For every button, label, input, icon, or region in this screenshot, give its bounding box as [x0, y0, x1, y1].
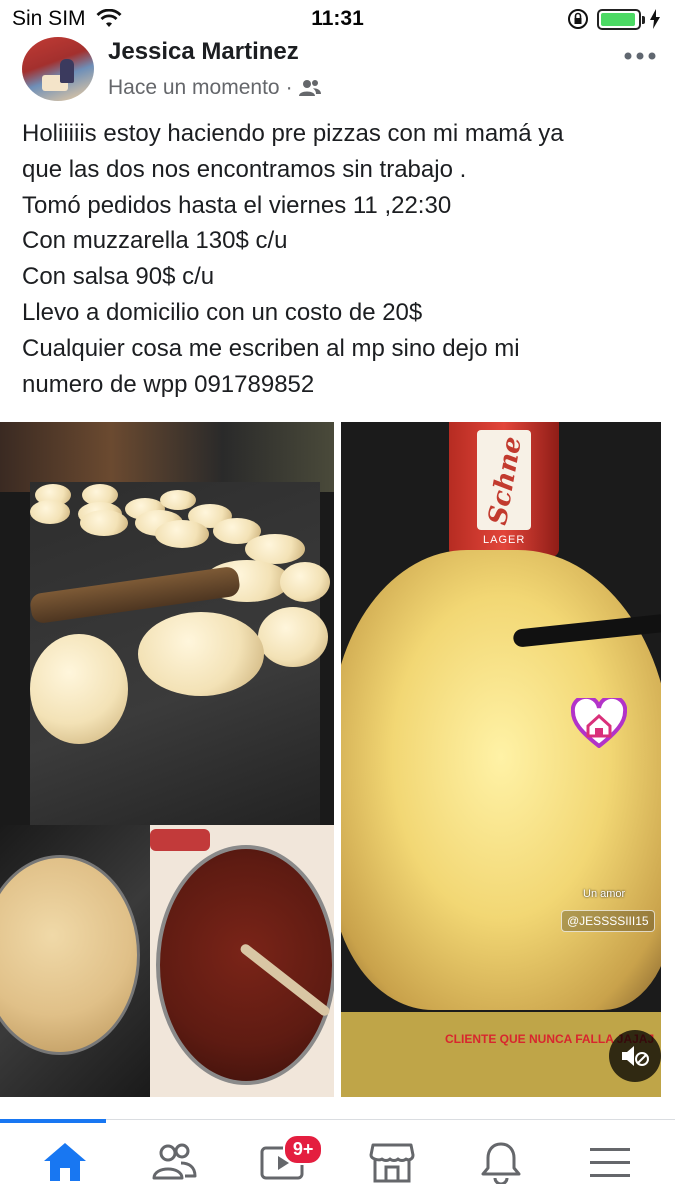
post-line: Con salsa 90$ c/u [22, 263, 215, 291]
heart-home-icon [571, 698, 627, 748]
nav-marketplace[interactable] [352, 1132, 432, 1192]
bottom-nav: 9+ [0, 1124, 675, 1200]
photo-tomato-sauce[interactable] [150, 825, 334, 1097]
photo-dough-oven[interactable] [0, 825, 150, 1097]
sauce-pot [156, 845, 334, 1085]
mute-button[interactable] [609, 1030, 661, 1082]
post-header: Jessica Martinez Hace un momento · [22, 34, 662, 104]
dough-ball [138, 612, 264, 696]
battery-fill [601, 12, 636, 26]
beer-can: Schne LAGER [449, 422, 559, 557]
post-line: numero de wpp 091789852 [22, 370, 315, 398]
post-line: que las dos nos encontramos sin trabajo … [22, 155, 467, 183]
more-options-button[interactable] [624, 36, 656, 67]
author-name[interactable]: Jessica Martinez [108, 38, 321, 66]
nav-notifications[interactable] [461, 1132, 541, 1192]
notifications-icon [481, 1142, 521, 1184]
orientation-lock-icon [568, 9, 588, 29]
post-line: Llevo a domicilio con un costo de 20$ [22, 298, 423, 326]
post-line: Holiiiiis estoy haciendo pre pizzas con … [22, 120, 564, 147]
nav-friends[interactable] [134, 1132, 214, 1192]
home-icon [43, 1143, 86, 1181]
sound-muted-icon [622, 1046, 649, 1066]
post-line: Cualquier cosa me escriben al mp sino de… [22, 334, 520, 362]
photo-dough-balls[interactable] [0, 422, 334, 825]
avatar[interactable] [22, 37, 94, 101]
carrier-label: Sin SIM [12, 7, 86, 30]
notification-badge: 9+ [282, 1134, 324, 1165]
post-timestamp[interactable]: Hace un momento [108, 76, 280, 100]
dough-ball [280, 562, 330, 602]
post-meta: Hace un momento · [108, 76, 321, 100]
sticker-text: Un amor [583, 888, 626, 900]
friends-icon [152, 1143, 197, 1180]
friends-icon [298, 80, 321, 96]
dough-ball [30, 500, 70, 524]
username-tag[interactable]: @JESSSSIII15 [561, 910, 655, 932]
menu-icon [590, 1148, 631, 1177]
nav-home[interactable] [25, 1132, 105, 1192]
post-line: Tomó pedidos hasta el viernes 11 ,22:30 [22, 191, 452, 219]
meta-separator: · [285, 76, 293, 99]
status-right [567, 8, 661, 30]
nav-menu[interactable] [570, 1132, 650, 1192]
nav-watch[interactable]: 9+ [243, 1132, 324, 1192]
battery-icon [597, 8, 645, 30]
status-bar: Sin SIM 11:31 [0, 0, 675, 38]
dough-ball [155, 520, 209, 548]
header-text: Jessica Martinez Hace un momento · [108, 38, 321, 100]
photo-pizza[interactable]: Schne LAGER Un amor @JESSSSIII15 CLIENTE… [341, 422, 661, 1097]
dough-ball [80, 510, 128, 536]
status-left: Sin SIM [12, 7, 122, 31]
post-line: Con muzzarella 130$ c/u [22, 227, 288, 255]
wifi-icon [96, 9, 122, 27]
avatar-person [60, 59, 74, 83]
dough-ball [30, 634, 128, 744]
marketplace-icon [369, 1143, 415, 1183]
dough-ball [160, 490, 196, 510]
more-icon [624, 52, 656, 60]
can-type: LAGER [483, 534, 526, 546]
red-lid [150, 829, 210, 851]
active-tab-indicator [0, 1119, 106, 1123]
dough-ball [258, 607, 328, 667]
charging-icon [650, 9, 660, 29]
post-text: Holiiiiis estoy haciendo pre pizzas con … [22, 116, 662, 402]
